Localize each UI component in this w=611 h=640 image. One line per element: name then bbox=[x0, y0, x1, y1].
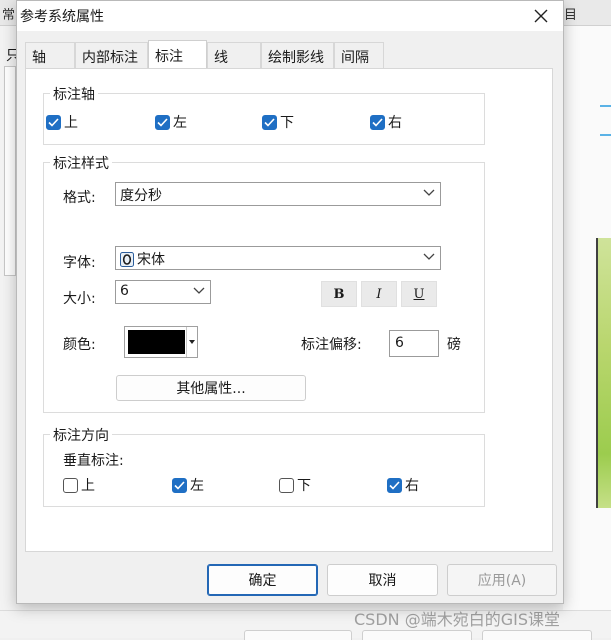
checkmark-icon bbox=[155, 114, 170, 130]
tab-lines[interactable]: 线 bbox=[207, 42, 261, 68]
offset-value: 6 bbox=[395, 335, 404, 351]
format-value: 度分秒 bbox=[120, 188, 162, 204]
color-swatch bbox=[128, 330, 185, 354]
size-dropdown[interactable]: 6 bbox=[115, 280, 211, 304]
background-button bbox=[244, 630, 352, 640]
axis-right-label: 右 bbox=[388, 115, 402, 131]
color-picker[interactable] bbox=[124, 326, 198, 358]
background-button bbox=[362, 630, 472, 640]
chevron-down-icon bbox=[423, 253, 435, 260]
tab-labels[interactable]: 标注 bbox=[148, 40, 207, 68]
color-label: 颜色: bbox=[63, 337, 96, 353]
caret-down-icon bbox=[188, 340, 195, 344]
labels-tab-panel: 标注轴 上 左 下 右 标注样式 格式: 度分秒 字体: 宋体 大小: 6 B … bbox=[25, 68, 553, 552]
more-properties-button[interactable]: 其他属性... bbox=[116, 375, 306, 401]
offset-label: 标注偏移: bbox=[301, 337, 362, 353]
axis-bottom-checkbox[interactable]: 下 bbox=[262, 112, 294, 132]
font-value: 宋体 bbox=[137, 252, 165, 268]
vertical-top-label: 上 bbox=[81, 478, 95, 494]
vertical-labels-label: 垂直标注: bbox=[63, 453, 124, 469]
background-left-panel bbox=[4, 66, 16, 276]
axis-bottom-label: 下 bbox=[280, 115, 294, 131]
label-axes-group: 标注轴 上 左 下 右 bbox=[43, 84, 485, 145]
vertical-bottom-checkbox[interactable]: 下 bbox=[279, 475, 311, 495]
underline-button[interactable]: U bbox=[401, 281, 437, 307]
bold-button[interactable]: B bbox=[321, 281, 357, 307]
checkmark-icon bbox=[262, 114, 277, 130]
italic-button[interactable]: I bbox=[361, 281, 397, 307]
dialog-title: 参考系统属性 bbox=[20, 9, 104, 25]
vertical-bottom-label: 下 bbox=[297, 478, 311, 494]
background-toolbar-text: 目 bbox=[564, 8, 578, 23]
background-toolbar-text: 常 bbox=[2, 8, 16, 23]
chevron-down-icon bbox=[423, 189, 435, 196]
axis-left-label: 左 bbox=[173, 115, 187, 131]
checkbox-empty-icon bbox=[63, 477, 78, 493]
axis-top-checkbox[interactable]: 上 bbox=[46, 112, 78, 132]
label-direction-legend: 标注方向 bbox=[50, 425, 112, 445]
vertical-top-checkbox[interactable]: 上 bbox=[63, 475, 95, 495]
vertical-right-label: 右 bbox=[405, 478, 419, 494]
chevron-down-icon bbox=[193, 287, 205, 294]
background-divider bbox=[600, 105, 611, 107]
offset-unit: 磅 bbox=[447, 337, 461, 353]
close-icon bbox=[534, 9, 548, 23]
color-dropdown-arrow[interactable] bbox=[186, 327, 196, 357]
watermark: CSDN @端木宛白的GIS课堂 bbox=[354, 610, 560, 629]
size-label: 大小: bbox=[63, 291, 96, 307]
font-dropdown[interactable]: 宋体 bbox=[115, 246, 441, 270]
background-divider bbox=[600, 134, 611, 136]
background-map-view bbox=[596, 238, 611, 508]
format-label: 格式: bbox=[63, 190, 96, 206]
axis-right-checkbox[interactable]: 右 bbox=[370, 112, 402, 132]
axis-top-label: 上 bbox=[64, 115, 78, 131]
checkmark-icon bbox=[370, 114, 385, 130]
label-axes-legend: 标注轴 bbox=[50, 84, 98, 104]
vertical-left-label: 左 bbox=[190, 478, 204, 494]
reference-system-properties-dialog: 参考系统属性 轴 内部标注 标注 线 绘制影线 间隔 标注轴 上 左 下 右 标… bbox=[16, 0, 564, 604]
checkmark-icon bbox=[46, 114, 61, 130]
checkmark-icon bbox=[387, 477, 402, 493]
apply-button[interactable]: 应用(A) bbox=[447, 564, 557, 596]
ok-button[interactable]: 确定 bbox=[207, 564, 318, 596]
size-value: 6 bbox=[120, 283, 129, 299]
close-button[interactable] bbox=[521, 1, 561, 31]
label-style-legend: 标注样式 bbox=[50, 153, 112, 173]
offset-input[interactable]: 6 bbox=[389, 330, 439, 357]
format-dropdown[interactable]: 度分秒 bbox=[115, 182, 441, 206]
checkbox-empty-icon bbox=[279, 477, 294, 493]
dialog-titlebar: 参考系统属性 bbox=[17, 1, 563, 31]
vertical-right-checkbox[interactable]: 右 bbox=[387, 475, 419, 495]
background-button bbox=[482, 630, 592, 640]
font-label: 字体: bbox=[63, 255, 96, 271]
tab-axis[interactable]: 轴 bbox=[25, 42, 75, 68]
opentype-font-icon bbox=[120, 251, 134, 267]
tab-internal-labels[interactable]: 内部标注 bbox=[75, 42, 148, 68]
cancel-button[interactable]: 取消 bbox=[327, 564, 438, 596]
axis-left-checkbox[interactable]: 左 bbox=[155, 112, 187, 132]
tab-intervals[interactable]: 间隔 bbox=[334, 42, 384, 68]
tab-hatch[interactable]: 绘制影线 bbox=[261, 42, 334, 68]
vertical-left-checkbox[interactable]: 左 bbox=[172, 475, 204, 495]
checkmark-icon bbox=[172, 477, 187, 493]
label-direction-group: 标注方向 bbox=[43, 425, 485, 507]
